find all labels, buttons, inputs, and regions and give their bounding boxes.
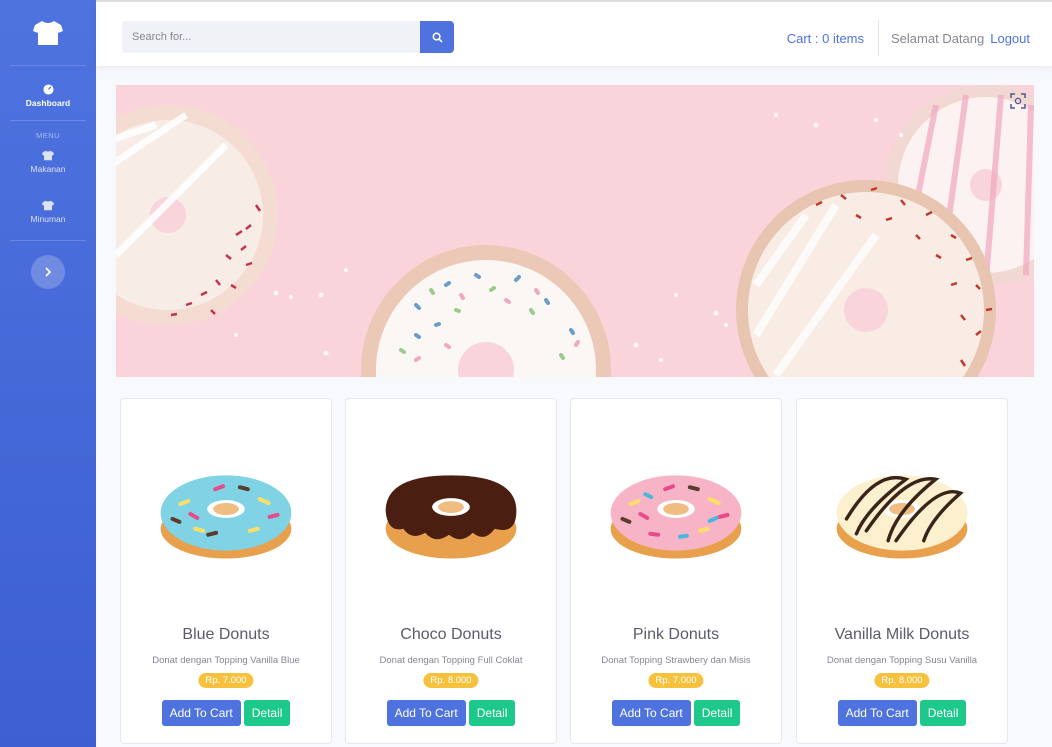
sidebar-item-makanan[interactable]: Makanan (0, 144, 96, 180)
banner-donut-center (361, 245, 611, 377)
product-name: Pink Donuts (632, 626, 720, 643)
price-badge: Rp. 7.000 (648, 673, 704, 688)
add-to-cart-button[interactable]: Add To Cart (386, 700, 466, 726)
product-description: Donat dengan Topping Full Coklat (379, 655, 523, 666)
search-input[interactable] (122, 21, 420, 53)
add-to-cart-button[interactable]: Add To Cart (161, 700, 241, 726)
detail-button[interactable]: Detail (919, 700, 967, 726)
brand-logo[interactable] (10, 0, 86, 66)
sidebar-item-minuman[interactable]: Minuman (0, 194, 96, 230)
greeting-text: Selamat Datang (891, 30, 985, 46)
sidebar-item-label: Makanan (30, 164, 66, 174)
topbar-user-area: Cart : 0 items Selamat Datang Logout (787, 20, 1030, 56)
banner-illustration (116, 85, 1034, 377)
product-actions: Add To Cart Detail (346, 700, 556, 726)
detail-button[interactable]: Detail (243, 700, 291, 726)
pink-donut-image (610, 475, 742, 559)
topbar: Cart : 0 items Selamat Datang Logout (96, 0, 1052, 66)
product-description: Donat Topping Strawbery dan Misis (601, 655, 751, 666)
product-card-choco: Choco Donuts Donat dengan Topping Full C… (345, 398, 557, 744)
product-actions: Add To Cart Detail (121, 700, 331, 726)
sidebar-divider (10, 240, 86, 241)
price-badge: Rp. 8.000 (423, 673, 479, 688)
product-card-vanilla: Vanilla Milk Donuts Donat dengan Topping… (796, 398, 1008, 744)
shirt-icon (42, 200, 54, 211)
shirt-icon (33, 20, 63, 45)
vanilla-milk-donut-image (836, 475, 968, 559)
price-badge: Rp. 7.000 (198, 673, 254, 688)
tachometer-icon (42, 84, 54, 95)
search-form (122, 21, 454, 53)
detail-button[interactable]: Detail (468, 700, 516, 726)
blue-donut-image (160, 475, 292, 559)
product-actions: Add To Cart Detail (797, 700, 1007, 726)
sidebar-heading: MENU (35, 131, 61, 140)
topbar-divider (878, 20, 879, 56)
donut-banner-image (116, 85, 1034, 377)
product-name: Choco Donuts (400, 626, 502, 643)
chevron-right-icon (45, 267, 52, 277)
add-to-cart-button[interactable]: Add To Cart (611, 700, 691, 726)
sidebar: Dashboard MENU Makanan Minuman (0, 0, 96, 747)
product-name: Blue Donuts (182, 626, 270, 643)
sidebar-divider (10, 120, 86, 121)
banner-donut-left (116, 105, 278, 325)
product-name: Vanilla Milk Donuts (834, 626, 970, 643)
product-actions: Add To Cart Detail (571, 700, 781, 726)
product-card-pink: Pink Donuts Donat Topping Strawbery dan … (570, 398, 782, 744)
choco-donut-image (385, 475, 517, 559)
detail-button[interactable]: Detail (693, 700, 741, 726)
sidebar-toggle-button[interactable] (31, 255, 65, 289)
shirt-icon (42, 150, 54, 161)
search-icon (432, 32, 443, 43)
sidebar-item-label: Minuman (30, 214, 66, 224)
sidebar-item-label: Dashboard (25, 98, 71, 108)
add-to-cart-button[interactable]: Add To Cart (837, 700, 917, 726)
price-badge: Rp. 8.000 (874, 673, 930, 688)
cart-link[interactable]: Cart : 0 items (787, 31, 878, 46)
product-description: Donat dengan Topping Susu Vanilla (826, 655, 978, 666)
product-card-blue: Blue Donuts Donat dengan Topping Vanilla… (120, 398, 332, 744)
logout-link[interactable]: Logout (990, 31, 1030, 46)
fullscreen-icon[interactable] (1010, 93, 1026, 109)
search-button[interactable] (420, 21, 454, 53)
banner-donut-right (736, 85, 1034, 377)
product-description: Donat dengan Topping Vanilla Blue (152, 655, 300, 666)
sidebar-item-dashboard[interactable]: Dashboard (0, 78, 96, 114)
